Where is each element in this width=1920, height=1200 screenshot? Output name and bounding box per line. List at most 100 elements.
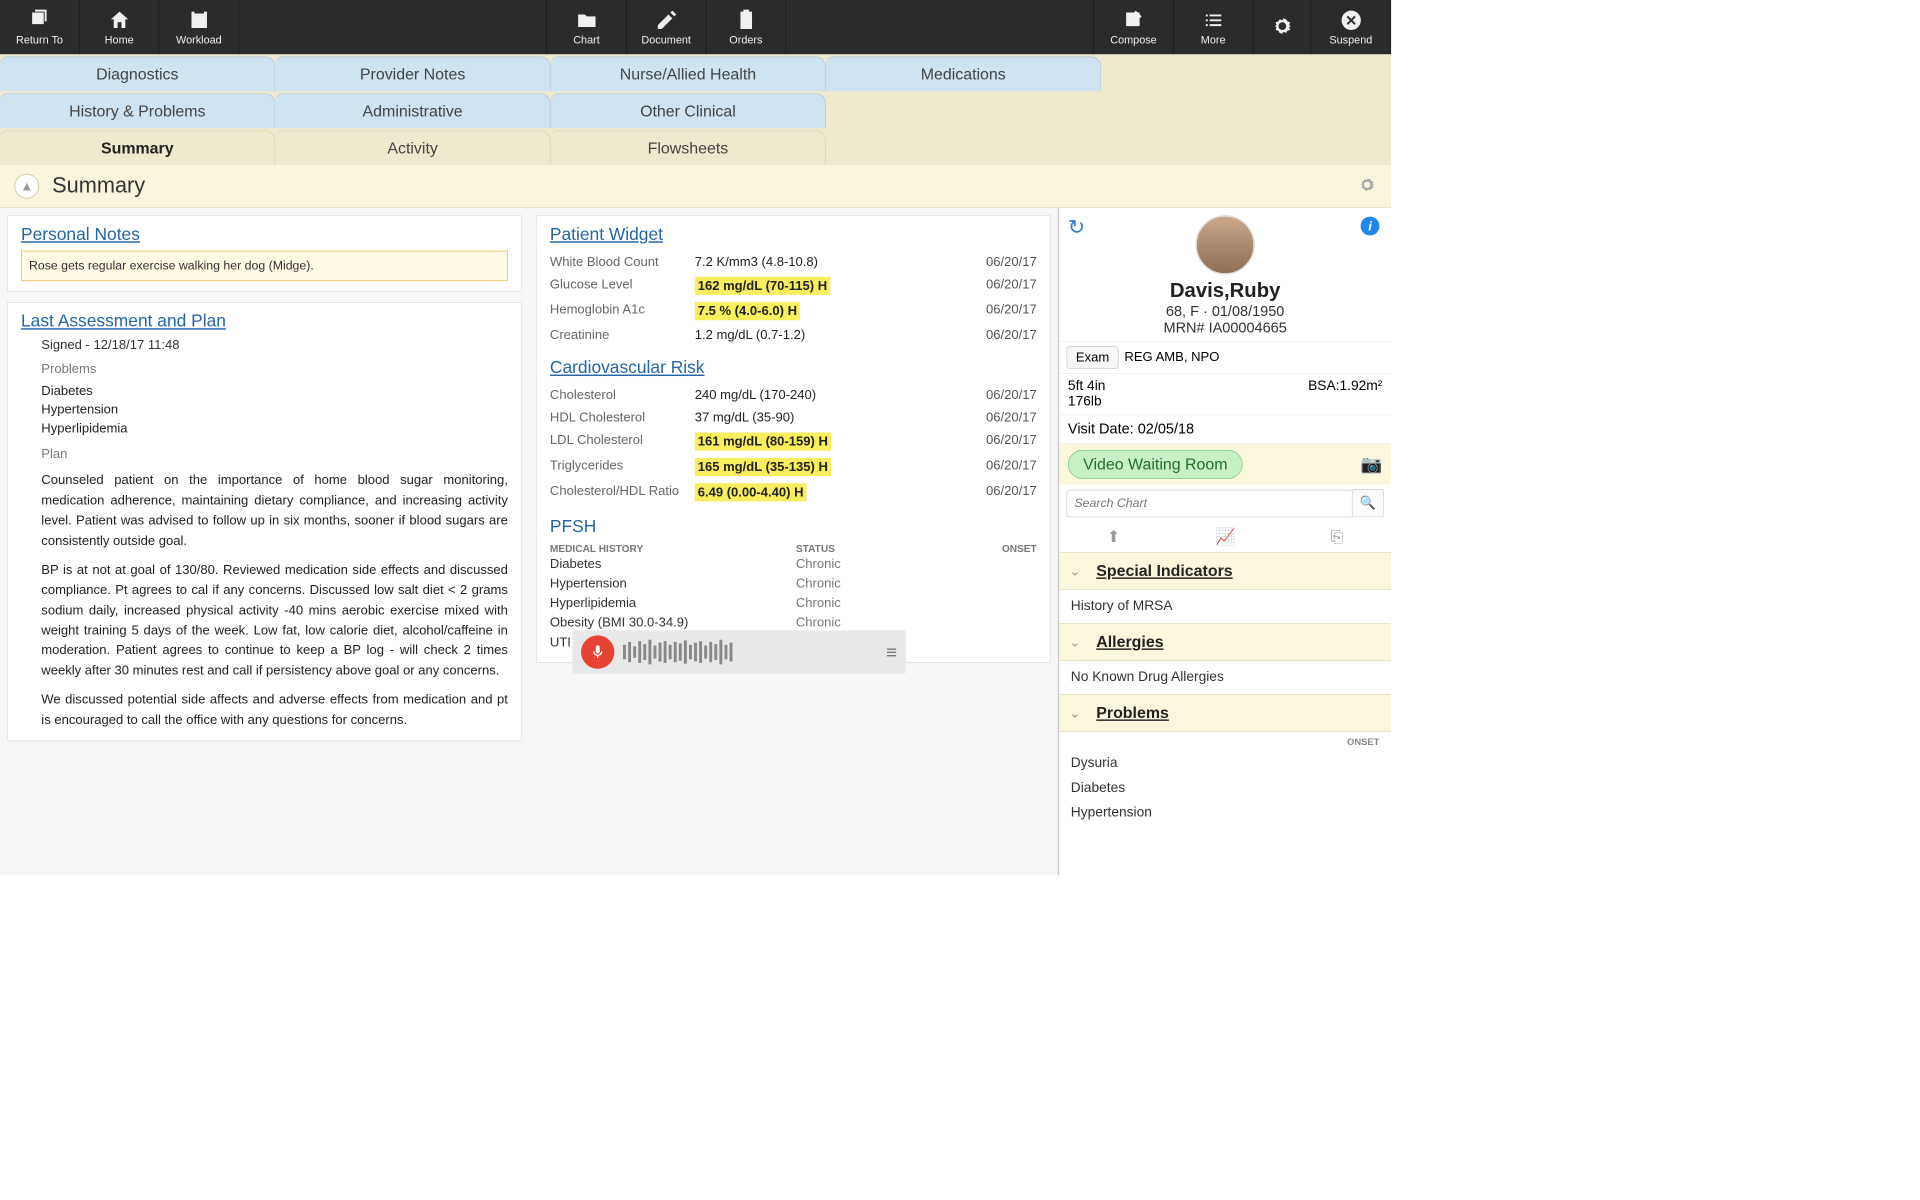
chevron-down-icon: ⌄ <box>1069 563 1080 578</box>
tab-other-clinical[interactable]: Other Clinical <box>551 93 826 128</box>
folder-icon <box>575 8 598 31</box>
scroll-up-button[interactable]: ▲ <box>14 174 39 199</box>
tab-administrative[interactable]: Administrative <box>275 93 550 128</box>
pfsh-row: HyperlipidemiaChronic <box>550 593 1037 613</box>
video-waiting-button[interactable]: Video Waiting Room <box>1068 450 1243 479</box>
onset-label: ONSET <box>1059 732 1391 752</box>
search-icon[interactable]: 🔍 <box>1352 489 1383 517</box>
lab-row: Glucose Level162 mg/dL (70-115) H06/20/1… <box>550 273 1037 298</box>
home-button[interactable]: Home <box>80 0 160 54</box>
lab-value: 6.49 (0.00-4.40) H <box>695 483 950 501</box>
problem-row: Diabetes <box>1071 776 1380 801</box>
patient-widget-card: Patient Widget White Blood Count7.2 K/mm… <box>536 215 1050 663</box>
page-title: Summary <box>52 174 145 199</box>
pfsh-header: MEDICAL HISTORYSTATUSONSET <box>550 543 1037 555</box>
lab-row: Creatinine1.2 mg/dL (0.7-1.2)06/20/17 <box>550 324 1037 346</box>
visit-row: Visit Date: 02/05/18 <box>1059 414 1391 443</box>
allergies-accordion[interactable]: ⌄ Allergies <box>1059 623 1391 661</box>
lab-row: HDL Cholesterol37 mg/dL (35-90)06/20/17 <box>550 406 1037 428</box>
settings-button[interactable] <box>1253 0 1311 54</box>
compose-button[interactable]: Compose <box>1094 0 1174 54</box>
upload-icon[interactable]: ⬆ <box>1107 527 1120 546</box>
exam-chip[interactable]: Exam <box>1066 346 1118 368</box>
allergies-body: No Known Drug Allergies <box>1059 661 1391 694</box>
dictation-menu-icon[interactable]: ≡ <box>886 641 897 663</box>
lab-label: Glucose Level <box>550 277 695 292</box>
lab-date: 06/20/17 <box>950 254 1037 269</box>
lab-row: Triglycerides165 mg/dL (35-135) H06/20/1… <box>550 454 1037 479</box>
patient-header: ↻ i Davis,Ruby 68, F · 01/08/1950 MRN# I… <box>1059 208 1391 341</box>
tab-flowsheets[interactable]: Flowsheets <box>551 130 826 165</box>
tab-nurse-allied[interactable]: Nurse/Allied Health <box>551 57 826 92</box>
tab-history-problems[interactable]: History & Problems <box>0 93 275 128</box>
problems-body: Dysuria Diabetes Hypertension <box>1059 751 1391 834</box>
pencil-icon <box>655 8 678 31</box>
lab-label: White Blood Count <box>550 254 695 269</box>
microphone-icon[interactable] <box>581 635 614 668</box>
trend-icon[interactable]: 📈 <box>1215 527 1235 546</box>
lab-date: 06/20/17 <box>950 458 1037 473</box>
patient-height: 5ft 4in <box>1068 378 1106 394</box>
problems-label: Problems <box>41 362 508 377</box>
lab-row: Hemoglobin A1c7.5 % (4.0-6.0) H06/20/17 <box>550 298 1037 323</box>
page-settings-gear-icon[interactable] <box>1358 175 1377 196</box>
device-icon[interactable]: ⎘ <box>1331 527 1344 546</box>
personal-note-text: Rose gets regular exercise walking her d… <box>21 251 508 281</box>
bsa-label: BSA: <box>1308 378 1339 393</box>
plan-paragraph: Counseled patient on the importance of h… <box>41 470 508 551</box>
search-chart-input[interactable] <box>1066 489 1352 517</box>
tab-medications[interactable]: Medications <box>826 57 1101 92</box>
lab-row: LDL Cholesterol161 mg/dL (80-159) H06/20… <box>550 429 1037 454</box>
more-button[interactable]: More <box>1174 0 1254 54</box>
video-waiting-row: Video Waiting Room 📷 <box>1059 443 1391 484</box>
home-icon <box>108 8 131 31</box>
cv-risk-link[interactable]: Cardiovascular Risk <box>550 358 1037 378</box>
workload-button[interactable]: Workload <box>159 0 239 54</box>
document-button[interactable]: Document <box>627 0 707 54</box>
lab-value: 7.2 K/mm3 (4.8-10.8) <box>695 254 950 269</box>
pfsh-row: DiabetesChronic <box>550 554 1037 574</box>
problem-row: Hypertension <box>1071 801 1380 826</box>
problems-accordion[interactable]: ⌄ Problems <box>1059 694 1391 732</box>
tab-activity[interactable]: Activity <box>275 130 550 165</box>
main-content: Personal Notes Rose gets regular exercis… <box>0 208 1058 875</box>
lab-value: 162 mg/dL (70-115) H <box>695 277 950 295</box>
lab-value: 240 mg/dL (170-240) <box>695 388 950 403</box>
chart-button[interactable]: Chart <box>547 0 627 54</box>
patient-widget-link[interactable]: Patient Widget <box>550 225 663 245</box>
bsa-value: 1.92m² <box>1339 378 1382 393</box>
orders-button[interactable]: Orders <box>706 0 786 54</box>
tab-diagnostics[interactable]: Diagnostics <box>0 57 275 92</box>
compose-icon <box>1122 8 1145 31</box>
exam-value: REG AMB, NPO <box>1124 346 1219 368</box>
tab-provider-notes[interactable]: Provider Notes <box>275 57 550 92</box>
camera-icon[interactable]: 📷 <box>1361 454 1383 475</box>
lab-value: 7.5 % (4.0-6.0) H <box>695 302 950 320</box>
top-toolbar: Return To Home Workload Chart Document O… <box>0 0 1391 54</box>
chevron-down-icon: ⌄ <box>1069 634 1080 649</box>
problem-row: Dysuria <box>1071 751 1380 776</box>
problem-item: Hypertension <box>41 400 508 419</box>
column-right: Patient Widget White Blood Count7.2 K/mm… <box>529 208 1058 875</box>
panel-tool-row: ⬆ 📈 ⎘ <box>1059 522 1391 552</box>
lab-value: 37 mg/dL (35-90) <box>695 410 950 425</box>
tab-summary[interactable]: Summary <box>0 130 275 165</box>
pfsh-row: HypertensionChronic <box>550 574 1037 594</box>
problem-item: Diabetes <box>41 381 508 400</box>
lab-value: 1.2 mg/dL (0.7-1.2) <box>695 327 950 342</box>
lab-label: HDL Cholesterol <box>550 410 695 425</box>
dictation-overlay[interactable]: ≡ <box>572 630 905 673</box>
special-indicators-accordion[interactable]: ⌄ Special Indicators <box>1059 552 1391 590</box>
personal-notes-link[interactable]: Personal Notes <box>21 225 140 245</box>
refresh-icon[interactable]: ↻ <box>1068 215 1085 239</box>
return-to-button[interactable]: Return To <box>0 0 80 54</box>
lab-date: 06/20/17 <box>950 410 1037 425</box>
last-assessment-heading: Last Assessment and Plan <box>21 312 226 332</box>
pfsh-link[interactable]: PFSH <box>550 517 1037 537</box>
plan-paragraph: We discussed potential side affects and … <box>41 690 508 730</box>
info-icon[interactable]: i <box>1361 217 1380 236</box>
lab-row: Cholesterol240 mg/dL (170-240)06/20/17 <box>550 384 1037 406</box>
lab-label: Cholesterol <box>550 388 695 403</box>
lab-date: 06/20/17 <box>950 433 1037 448</box>
suspend-button[interactable]: Suspend <box>1311 0 1391 54</box>
